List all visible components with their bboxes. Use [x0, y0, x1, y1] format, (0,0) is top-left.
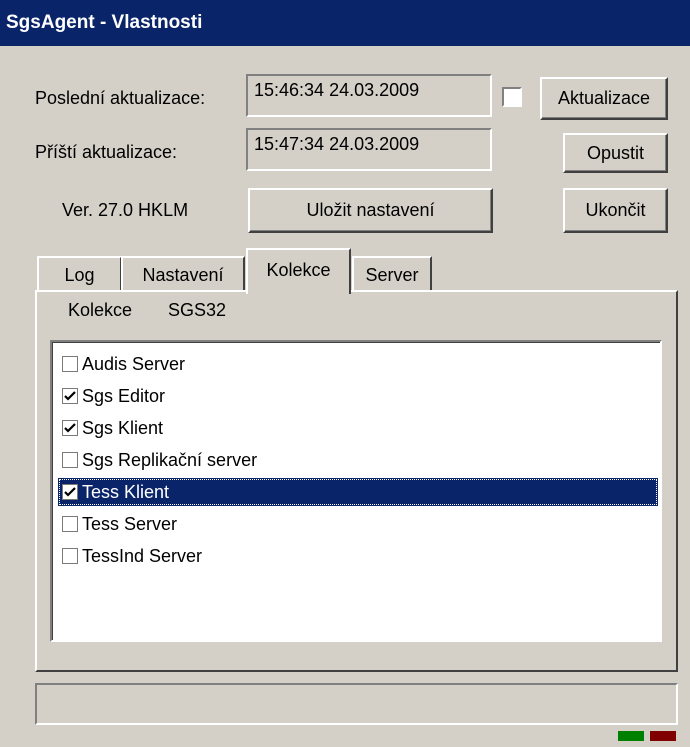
- checkbox[interactable]: [62, 356, 78, 372]
- list-item[interactable]: Audis Server: [58, 350, 658, 378]
- checkbox[interactable]: [62, 516, 78, 532]
- status-indicator-green: [618, 731, 644, 741]
- auto-update-checkbox[interactable]: [502, 87, 522, 107]
- quit-button[interactable]: Ukončit: [563, 188, 668, 233]
- checkbox[interactable]: [62, 548, 78, 564]
- collection-name: SGS32: [168, 300, 227, 320]
- leave-button[interactable]: Opustit: [563, 133, 668, 173]
- list-item[interactable]: Tess Server: [58, 510, 658, 538]
- last-update-field: 15:46:34 24.03.2009: [246, 74, 492, 117]
- tab-kolekce[interactable]: Kolekce: [246, 248, 351, 294]
- next-update-field: 15:47:34 24.03.2009: [246, 128, 492, 171]
- last-update-label: Poslední aktualizace:: [35, 88, 206, 108]
- checkbox[interactable]: [62, 484, 78, 500]
- refresh-button[interactable]: Aktualizace: [540, 77, 668, 120]
- list-item[interactable]: Sgs Replikační server: [58, 446, 658, 474]
- list-item[interactable]: TessInd Server: [58, 542, 658, 570]
- status-indicator-red: [650, 731, 676, 741]
- checkbox[interactable]: [62, 452, 78, 468]
- window-title: SgsAgent - Vlastnosti: [6, 12, 203, 33]
- status-bar: [35, 683, 678, 725]
- tab-server[interactable]: Server: [352, 256, 432, 292]
- checkbox[interactable]: [62, 388, 78, 404]
- list-item[interactable]: Sgs Editor: [58, 382, 658, 410]
- list-item[interactable]: Sgs Klient: [58, 414, 658, 442]
- version-label: Ver. 27.0 HKLM: [62, 200, 189, 220]
- collection-label: Kolekce: [68, 300, 133, 320]
- collection-list[interactable]: Audis Server Sgs Editor Sgs Klient Sgs R…: [50, 340, 662, 642]
- tab-log[interactable]: Log: [37, 256, 122, 292]
- list-item-selected[interactable]: Tess Klient: [58, 478, 658, 506]
- tab-nastaveni[interactable]: Nastavení: [121, 256, 245, 292]
- title-bar: SgsAgent - Vlastnosti: [0, 0, 690, 46]
- save-settings-button[interactable]: Uložit nastavení: [248, 188, 493, 233]
- checkbox[interactable]: [62, 420, 78, 436]
- next-update-label: Příští aktualizace:: [35, 142, 178, 162]
